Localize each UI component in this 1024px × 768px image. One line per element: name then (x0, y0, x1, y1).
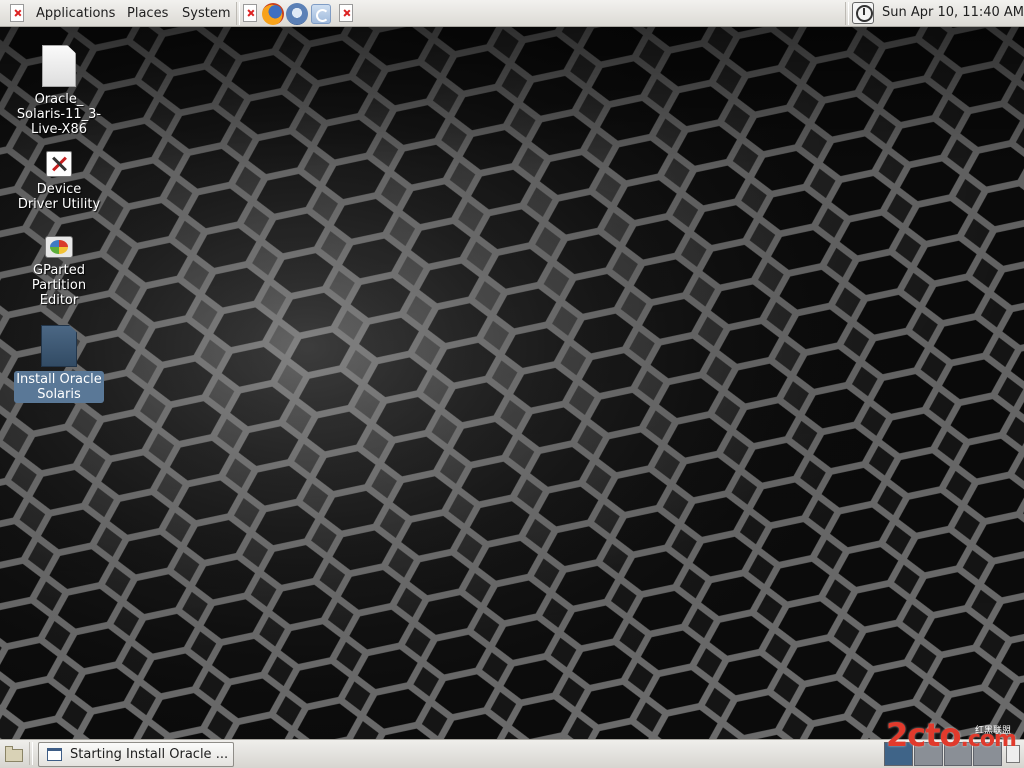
firefox-icon[interactable] (262, 3, 284, 25)
desktop-icon-install-oracle-solaris[interactable]: Install Oracle Solaris (14, 325, 104, 403)
desktop-icon-device-driver-utility[interactable]: Device Driver Utility (14, 151, 104, 213)
watermark-text: 2cto (886, 716, 962, 754)
thunderbird-icon[interactable] (286, 3, 308, 25)
hexagon-wallpaper (0, 27, 1024, 739)
panel-separator (236, 2, 240, 25)
desktop-icon-gparted[interactable]: GParted Partition Editor (14, 236, 104, 309)
launcher-broken-icon-2[interactable] (339, 4, 353, 22)
taskbar-item[interactable]: Starting Install Oracle ... (38, 742, 234, 767)
file-icon (42, 45, 76, 87)
launcher-broken-icon[interactable] (243, 4, 257, 22)
top-panel: Applications Places System Sun Apr 10, 1… (0, 0, 1024, 27)
desktop-icon-oracle-solaris-live[interactable]: Oracle_ Solaris-11_3- Live-X86 (14, 45, 104, 138)
desktop-icon-label: Install Oracle Solaris (14, 371, 104, 403)
system-menu[interactable]: System (182, 5, 230, 22)
install-document-icon (41, 325, 77, 367)
taskbar-item-label: Starting Install Oracle ... (70, 747, 229, 762)
clock-text[interactable]: Sun Apr 10, 11:40 AM (882, 5, 1024, 20)
applications-menu[interactable]: Applications (36, 5, 115, 22)
bottom-panel: Starting Install Oracle ... (0, 739, 1024, 768)
show-desktop-folder-icon[interactable] (3, 743, 25, 765)
watermark-subtext: 红黑联盟 (975, 726, 1012, 736)
desktop-icon-label: Oracle_ Solaris-11_3- Live-X86 (16, 92, 102, 137)
desktop[interactable]: Oracle_ Solaris-11_3- Live-X86 Device Dr… (0, 27, 1024, 739)
desktop-icon-label: GParted Partition Editor (31, 263, 87, 308)
panel-separator (845, 2, 849, 25)
panel-separator (29, 742, 33, 765)
places-menu[interactable]: Places (127, 5, 168, 22)
clock-icon[interactable] (852, 2, 874, 24)
desktop-icon-label: Device Driver Utility (17, 182, 101, 212)
update-manager-icon[interactable] (311, 4, 331, 24)
device-driver-utility-icon (46, 151, 72, 177)
window-icon (47, 748, 62, 761)
main-menu-icon[interactable] (10, 4, 24, 22)
gparted-icon (45, 236, 73, 258)
